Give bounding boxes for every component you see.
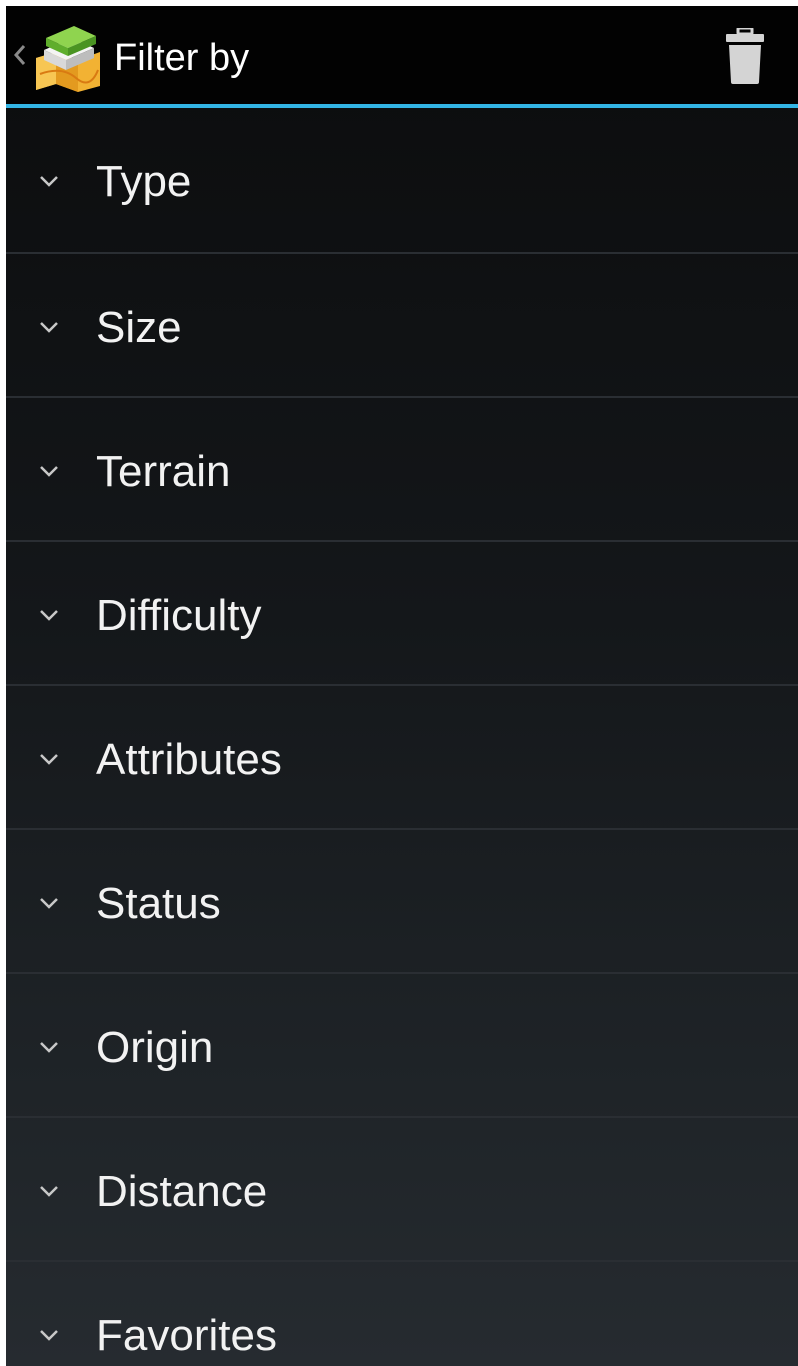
chevron-down-icon [40,898,58,909]
filter-label: Origin [96,1023,214,1072]
filter-label: Terrain [96,447,231,496]
filter-row-favorites[interactable]: Favorites [6,1262,798,1366]
chevron-down-icon [40,1186,58,1197]
filter-row-type[interactable]: Type [6,108,798,254]
page-title: Filter by [114,37,250,79]
up-navigation-button[interactable]: Filter by [6,6,266,104]
chevron-down-icon [40,610,58,621]
filter-label: Size [96,303,182,352]
trash-icon [726,28,764,84]
action-bar: Filter by [6,6,798,104]
filter-row-attributes[interactable]: Attributes [6,686,798,830]
filter-label: Difficulty [96,591,262,640]
chevron-down-icon [40,176,58,187]
filter-row-size[interactable]: Size [6,254,798,398]
filter-row-terrain[interactable]: Terrain [6,398,798,542]
filter-row-distance[interactable]: Distance [6,1118,798,1262]
filter-label: Distance [96,1167,268,1216]
filter-list: Type Size Terrain Difficulty Attributes … [6,108,798,1366]
chevron-down-icon [40,466,58,477]
chevron-left-icon [13,45,26,65]
filter-row-origin[interactable]: Origin [6,974,798,1118]
chevron-down-icon [40,1330,58,1341]
filter-label: Status [96,879,221,928]
filter-label: Attributes [96,735,282,784]
filter-screen: Filter by Type Size Terrain Difficulty A… [6,6,798,1366]
chevron-down-icon [40,1042,58,1053]
map-app-icon [36,26,100,92]
chevron-down-icon [40,754,58,765]
clear-filters-button[interactable] [710,20,782,92]
filter-row-difficulty[interactable]: Difficulty [6,542,798,686]
filter-row-status[interactable]: Status [6,830,798,974]
filter-label: Type [96,157,192,206]
filter-label: Favorites [96,1311,277,1360]
chevron-down-icon [40,322,58,333]
